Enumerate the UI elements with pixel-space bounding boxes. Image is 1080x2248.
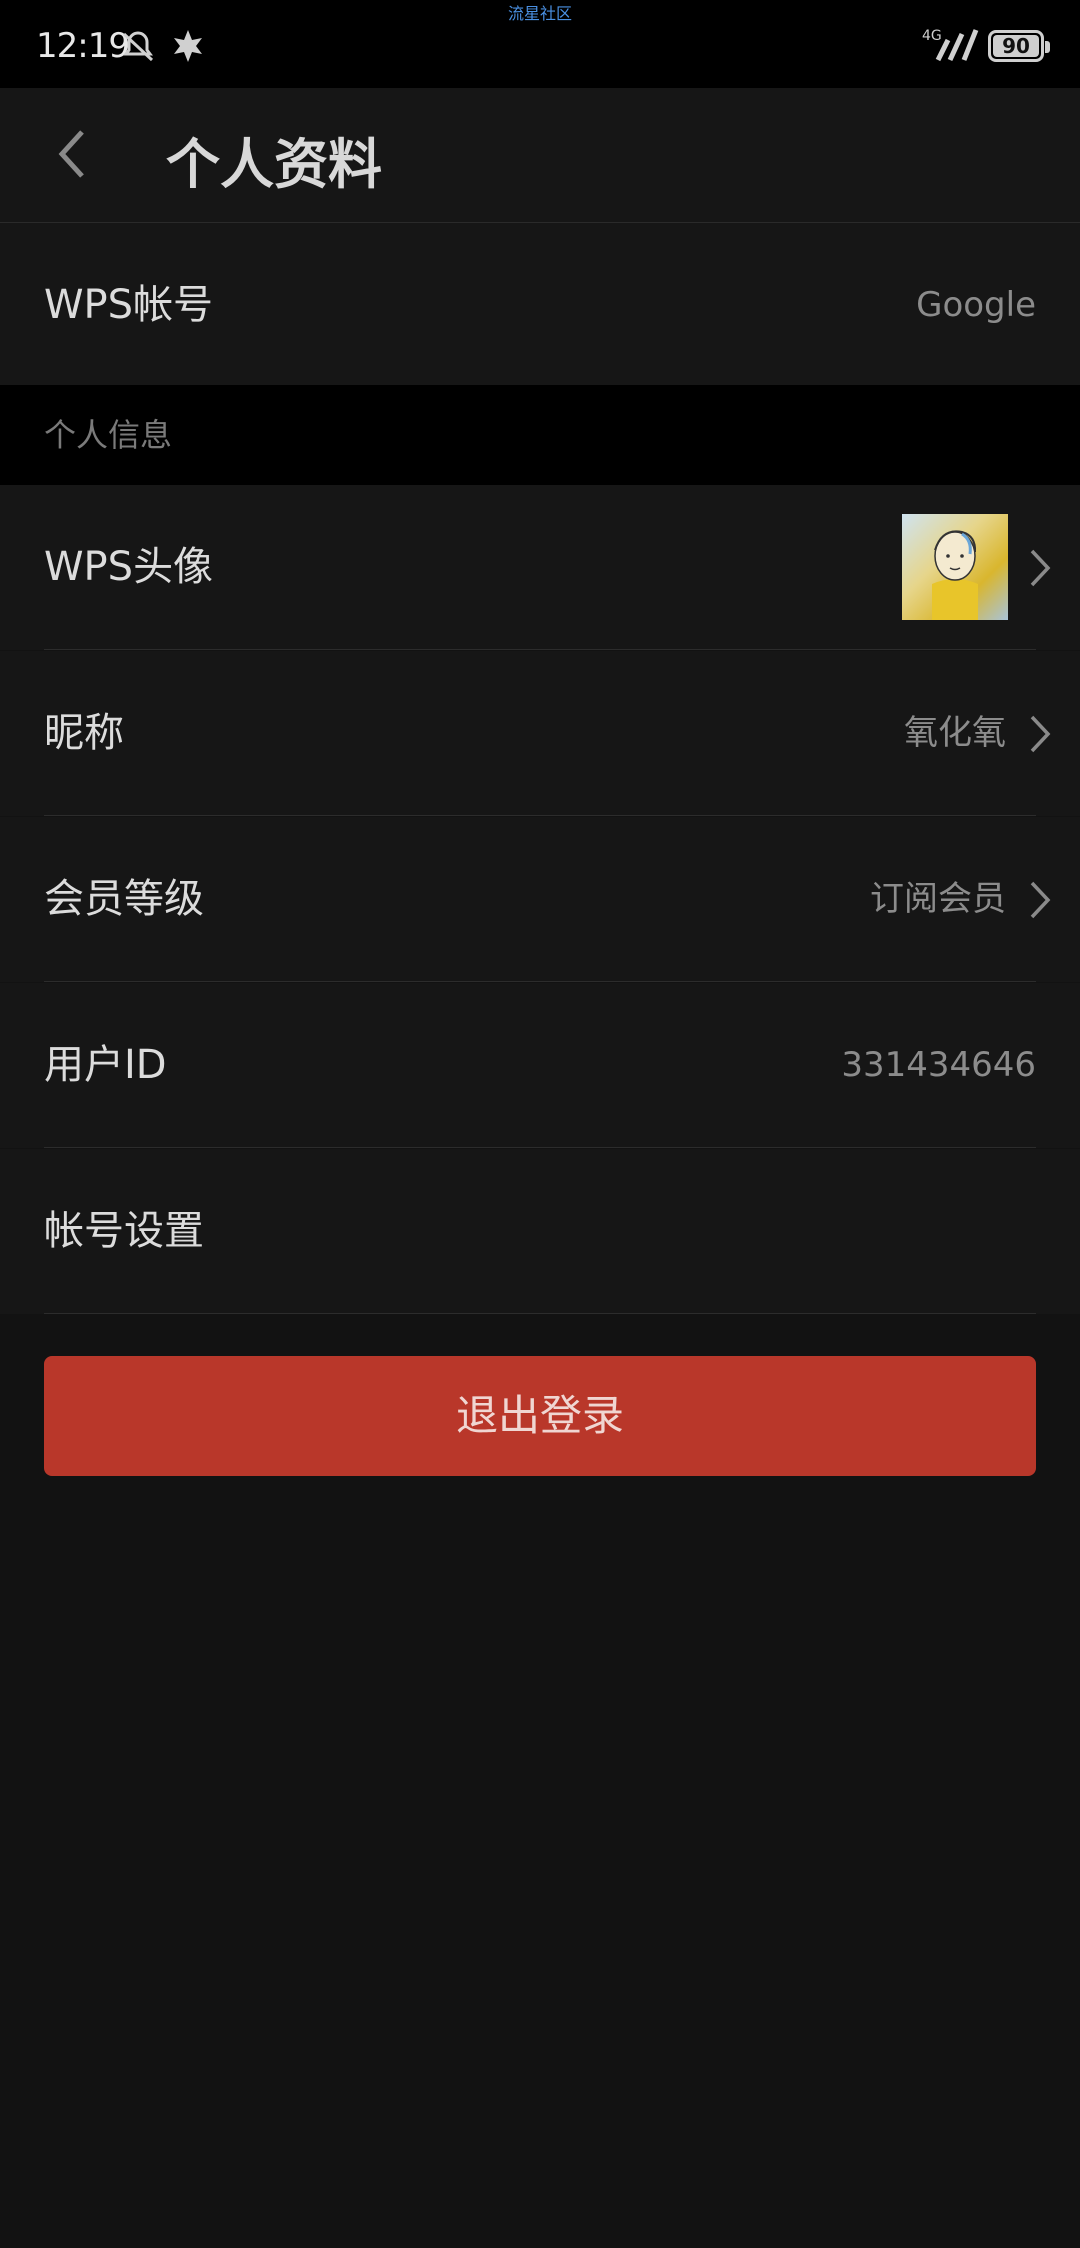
section-title: 个人信息 bbox=[44, 416, 173, 454]
chevron-right-icon bbox=[1030, 715, 1051, 753]
avatar-label: WPS头像 bbox=[44, 544, 214, 590]
divider bbox=[44, 1313, 1036, 1314]
divider bbox=[44, 815, 1036, 816]
user-id-label: 用户ID bbox=[44, 1042, 167, 1088]
logout-button-label: 退出登录 bbox=[455, 1391, 624, 1440]
membership-row[interactable]: 会员等级 订阅会员 bbox=[0, 817, 1080, 982]
battery-percentage: 90 bbox=[1002, 34, 1030, 58]
chevron-right-icon bbox=[1030, 881, 1051, 919]
chevron-left-icon bbox=[58, 130, 84, 178]
wps-account-label: WPS帐号 bbox=[44, 282, 214, 328]
divider bbox=[44, 1147, 1036, 1148]
divider bbox=[44, 981, 1036, 982]
account-settings-row[interactable]: 帐号设置 bbox=[0, 1149, 1080, 1314]
signal-icon bbox=[935, 29, 979, 62]
avatar-illustration bbox=[932, 530, 978, 620]
section-header-personal-info: 个人信息 bbox=[0, 385, 1080, 485]
membership-value: 订阅会员 bbox=[870, 879, 1006, 919]
page-title: 个人资料 bbox=[166, 133, 382, 196]
avatar bbox=[902, 514, 1008, 620]
back-button[interactable] bbox=[44, 122, 104, 186]
logout-button[interactable]: 退出登录 bbox=[44, 1356, 1036, 1476]
nickname-value: 氧化氧 bbox=[904, 713, 1006, 753]
divider bbox=[44, 649, 1036, 650]
nickname-row[interactable]: 昵称 氧化氧 bbox=[0, 651, 1080, 816]
status-top-label: 流星社区 bbox=[507, 4, 572, 23]
account-settings-label: 帐号设置 bbox=[44, 1208, 204, 1254]
user-id-value: 331434646 bbox=[841, 1045, 1036, 1085]
battery-icon: 90 bbox=[988, 30, 1050, 62]
avatar-row[interactable]: WPS头像 bbox=[0, 485, 1080, 650]
wps-account-row: WPS帐号 Google bbox=[0, 223, 1080, 388]
user-id-row: 用户ID 331434646 bbox=[0, 983, 1080, 1148]
header: 个人资料 bbox=[0, 88, 1080, 223]
status-time: 12:19 bbox=[36, 26, 130, 66]
membership-label: 会员等级 bbox=[44, 876, 204, 922]
wps-account-value: Google bbox=[916, 285, 1036, 325]
notifications-off-icon bbox=[122, 31, 154, 62]
screen: 流星社区 12:19 4G 90 个人资料 WPS帐号 Google 个人信息 … bbox=[0, 0, 1080, 2248]
status-bar: 流星社区 12:19 4G 90 bbox=[0, 0, 1080, 88]
nickname-label: 昵称 bbox=[44, 710, 124, 756]
leaf-icon bbox=[174, 30, 202, 62]
chevron-right-icon bbox=[1030, 549, 1051, 587]
